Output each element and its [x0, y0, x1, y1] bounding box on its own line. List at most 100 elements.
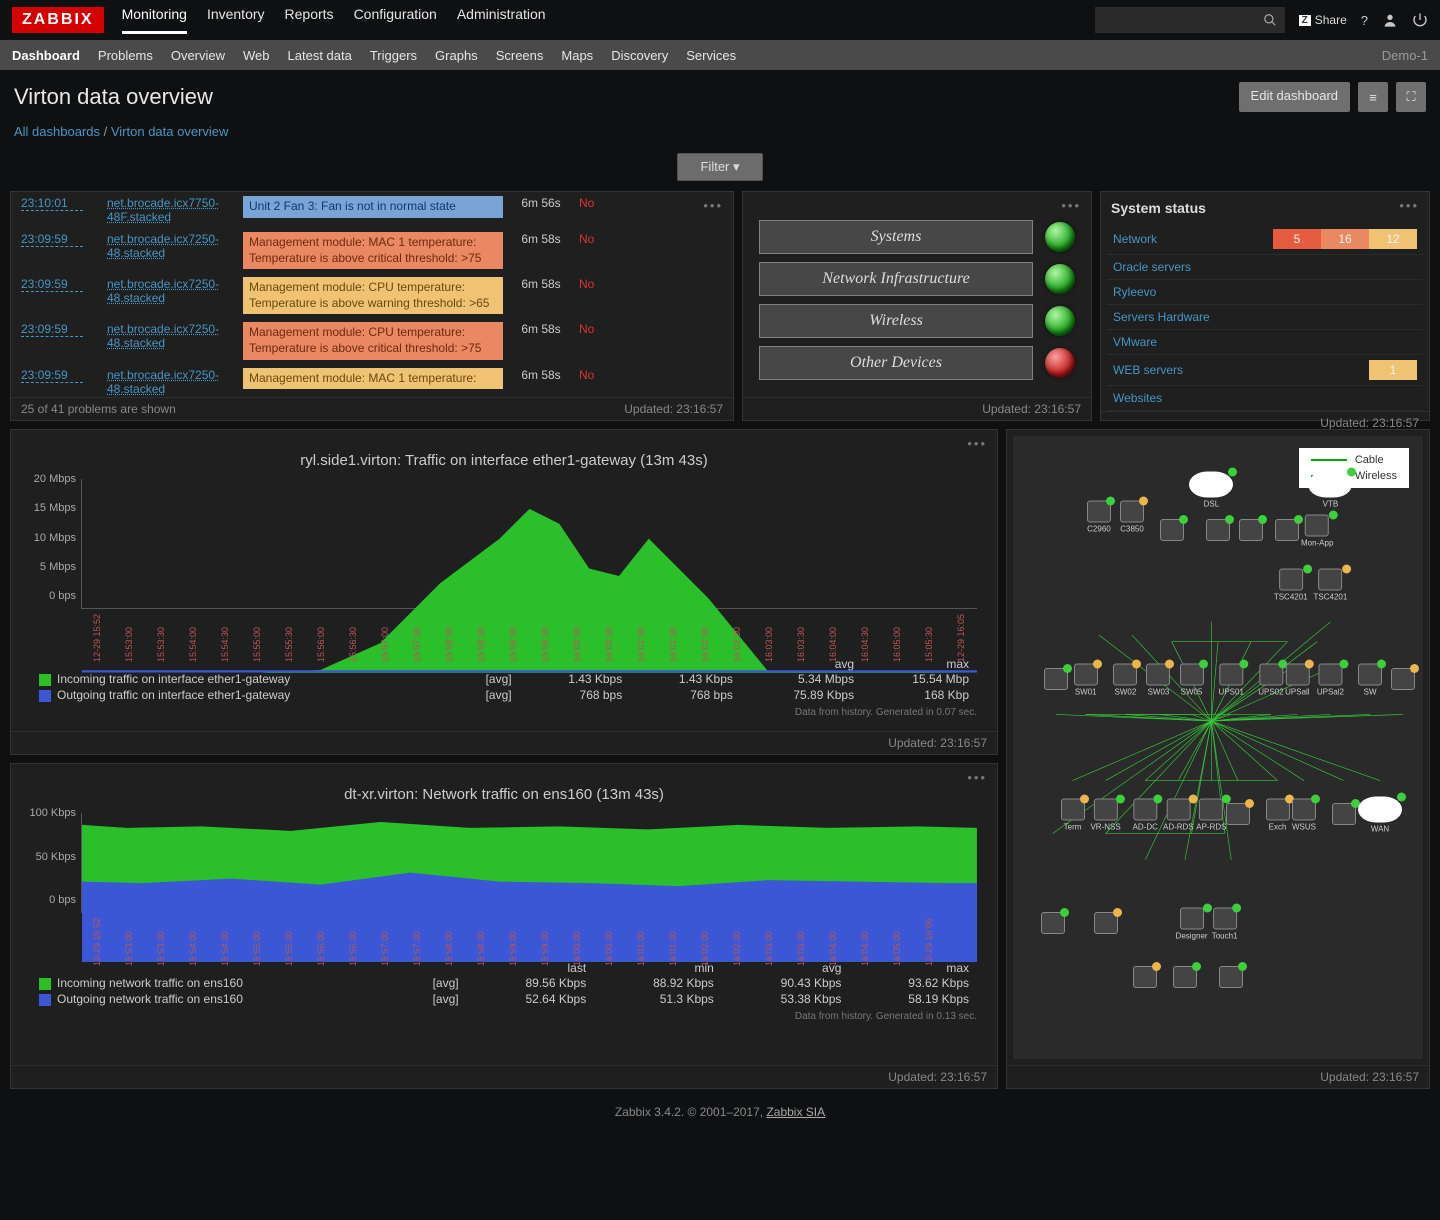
filter-button[interactable]: Filter ▾: [677, 153, 762, 181]
map-node[interactable]: [1391, 668, 1415, 692]
nav-reports[interactable]: Reports: [285, 6, 334, 34]
subnav-maps[interactable]: Maps: [561, 48, 593, 63]
status-badge[interactable]: 5: [1273, 229, 1321, 249]
map-node[interactable]: UPSall: [1285, 663, 1309, 696]
map-node[interactable]: AD-DC: [1133, 799, 1158, 832]
subnav-triggers[interactable]: Triggers: [370, 48, 417, 63]
map-node[interactable]: Designer: [1176, 907, 1208, 940]
status-badge[interactable]: 1: [1369, 360, 1417, 380]
problem-description[interactable]: Unit 2 Fan 3: Fan is not in normal state: [243, 196, 503, 218]
map-node[interactable]: WSUS: [1292, 799, 1316, 832]
sysstatus-row[interactable]: WEB servers1: [1107, 355, 1423, 386]
status-badge[interactable]: 12: [1369, 229, 1417, 249]
search-input[interactable]: [1095, 7, 1285, 33]
sysstatus-row[interactable]: VMware: [1107, 330, 1423, 355]
problem-host[interactable]: net.brocade.icx7250-48.stacked: [107, 232, 235, 260]
status-light-label[interactable]: Wireless: [759, 304, 1033, 338]
map-node[interactable]: [1044, 668, 1068, 692]
map-node[interactable]: [1239, 519, 1263, 543]
subnav-problems[interactable]: Problems: [98, 48, 153, 63]
subnav-dashboard[interactable]: Dashboard: [12, 48, 80, 63]
widget-menu-icon[interactable]: •••: [703, 198, 723, 213]
map-node[interactable]: C2960: [1087, 501, 1111, 534]
problem-row[interactable]: 23:09:59 net.brocade.icx7250-48.stacked …: [15, 364, 729, 397]
map-node[interactable]: AP-RDS: [1196, 799, 1226, 832]
map-node[interactable]: DSL: [1189, 472, 1233, 509]
sysstatus-name[interactable]: Servers Hardware: [1113, 310, 1417, 324]
sysstatus-name[interactable]: Websites: [1113, 391, 1417, 405]
map-node[interactable]: VR-NSS: [1090, 799, 1120, 832]
problem-time[interactable]: 23:09:59: [21, 322, 83, 337]
problem-row[interactable]: 23:09:59 net.brocade.icx7250-48.stacked …: [15, 228, 729, 273]
map-node[interactable]: [1173, 966, 1197, 990]
network-map[interactable]: Cable Wireless DSLVTBC2960C3850Mon-AppSW…: [1013, 436, 1423, 1059]
map-node[interactable]: UPS02: [1258, 663, 1283, 696]
problem-description[interactable]: Management module: MAC 1 temperature: Te…: [243, 232, 503, 269]
power-icon[interactable]: [1412, 12, 1428, 28]
menu-icon[interactable]: ≡: [1358, 82, 1388, 112]
map-node[interactable]: [1226, 803, 1250, 827]
problem-row[interactable]: 23:10:01 net.brocade.icx7750-48F.stacked…: [15, 192, 729, 228]
sysstatus-name[interactable]: Ryleevo: [1113, 285, 1417, 299]
share-button[interactable]: ZShare: [1299, 13, 1347, 27]
problem-ack[interactable]: No: [579, 277, 609, 291]
map-node[interactable]: [1094, 912, 1118, 936]
breadcrumb-all[interactable]: All dashboards: [14, 124, 100, 139]
map-node[interactable]: SW02: [1113, 663, 1137, 696]
sysstatus-row[interactable]: Network51612: [1107, 224, 1423, 255]
map-node[interactable]: [1206, 519, 1230, 543]
map-node[interactable]: Mon-App: [1301, 514, 1333, 547]
subnav-graphs[interactable]: Graphs: [435, 48, 478, 63]
problem-host[interactable]: net.brocade.icx7750-48F.stacked: [107, 196, 235, 224]
widget-menu-icon[interactable]: •••: [1399, 198, 1419, 213]
widget-menu-icon[interactable]: •••: [1061, 198, 1081, 213]
map-node[interactable]: SW01: [1074, 663, 1098, 696]
problem-description[interactable]: Management module: CPU temperature: Temp…: [243, 277, 503, 314]
map-node[interactable]: Exch: [1266, 799, 1290, 832]
problem-time[interactable]: 23:09:59: [21, 368, 83, 383]
help-icon[interactable]: ?: [1361, 13, 1368, 28]
sysstatus-row[interactable]: Websites: [1107, 386, 1423, 411]
map-node[interactable]: [1219, 966, 1243, 990]
widget-menu-icon[interactable]: •••: [967, 770, 987, 785]
sysstatus-row[interactable]: Servers Hardware: [1107, 305, 1423, 330]
problem-row[interactable]: 23:09:59 net.brocade.icx7250-48.stacked …: [15, 318, 729, 363]
nav-monitoring[interactable]: Monitoring: [122, 6, 187, 34]
map-node[interactable]: WAN: [1358, 797, 1402, 834]
edit-dashboard-button[interactable]: Edit dashboard: [1239, 82, 1350, 112]
problem-host[interactable]: net.brocade.icx7250-48.stacked: [107, 368, 235, 396]
map-node[interactable]: SW: [1358, 663, 1382, 696]
map-node[interactable]: AD-RDS: [1163, 799, 1194, 832]
subnav-overview[interactable]: Overview: [171, 48, 225, 63]
map-node[interactable]: [1160, 519, 1184, 543]
map-node[interactable]: [1041, 912, 1065, 936]
sysstatus-name[interactable]: Network: [1113, 232, 1273, 246]
map-node[interactable]: SW03: [1146, 663, 1170, 696]
sysstatus-name[interactable]: VMware: [1113, 335, 1417, 349]
sysstatus-name[interactable]: Oracle servers: [1113, 260, 1417, 274]
problem-ack[interactable]: No: [579, 232, 609, 246]
map-node[interactable]: SW05: [1180, 663, 1204, 696]
map-node[interactable]: [1133, 966, 1157, 990]
subnav-latest-data[interactable]: Latest data: [288, 48, 352, 63]
map-node[interactable]: Touch1: [1212, 907, 1238, 940]
status-badge[interactable]: 16: [1321, 229, 1369, 249]
problem-time[interactable]: 23:10:01: [21, 196, 83, 211]
map-node[interactable]: TSC4201: [1274, 568, 1308, 601]
problem-host[interactable]: net.brocade.icx7250-48.stacked: [107, 277, 235, 305]
problem-description[interactable]: Management module: CPU temperature: Temp…: [243, 322, 503, 359]
problem-time[interactable]: 23:09:59: [21, 232, 83, 247]
nav-administration[interactable]: Administration: [457, 6, 546, 34]
problem-ack[interactable]: No: [579, 196, 609, 210]
sysstatus-name[interactable]: WEB servers: [1113, 363, 1369, 377]
map-node[interactable]: VTB: [1308, 472, 1352, 509]
problem-host[interactable]: net.brocade.icx7250-48.stacked: [107, 322, 235, 350]
logo[interactable]: ZABBIX: [12, 7, 104, 33]
fullscreen-icon[interactable]: ⛶: [1396, 82, 1426, 112]
map-node[interactable]: Term: [1061, 799, 1085, 832]
breadcrumb-current[interactable]: Virton data overview: [111, 124, 229, 139]
map-node[interactable]: UPSal2: [1317, 663, 1344, 696]
status-light-label[interactable]: Systems: [759, 220, 1033, 254]
subnav-discovery[interactable]: Discovery: [611, 48, 668, 63]
status-light-label[interactable]: Other Devices: [759, 346, 1033, 380]
